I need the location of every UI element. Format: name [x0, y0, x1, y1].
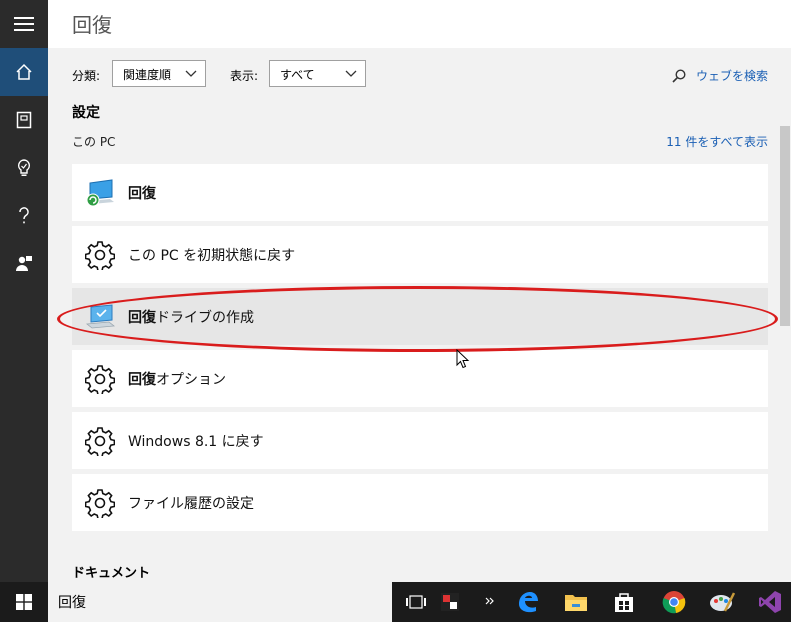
cortana-header: 回復: [48, 0, 791, 48]
folder-icon: [565, 595, 587, 611]
sort-dropdown-value: 関連度順: [123, 68, 172, 82]
paint-palette-icon: [710, 592, 735, 612]
visual-studio-icon: [759, 591, 781, 613]
lightbulb-icon: [17, 159, 31, 176]
chrome-button[interactable]: [654, 586, 694, 618]
gear-icon: [84, 425, 116, 457]
task-view-icon: [406, 595, 426, 609]
search-input[interactable]: [58, 592, 378, 612]
gear-icon: [84, 363, 116, 395]
page-title: 回復: [72, 13, 112, 37]
result-item-reset-pc[interactable]: この PC を初期状態に戻す: [72, 226, 768, 283]
result-text: オプション: [156, 371, 226, 388]
show-dropdown-value: すべて: [280, 68, 315, 82]
notebook-button[interactable]: [0, 96, 48, 144]
feedback-person-icon: [16, 256, 32, 271]
chevron-down-icon: [185, 70, 197, 77]
sort-dropdown[interactable]: 関連度順: [112, 60, 206, 87]
hamburger-icon: [14, 17, 34, 31]
visual-studio-button[interactable]: [750, 586, 790, 618]
show-filter-label: 表示:: [230, 69, 259, 83]
result-bold-text: 回復: [128, 185, 156, 202]
reminders-button[interactable]: [0, 144, 48, 192]
web-search-link[interactable]: ウェブを検索: [672, 67, 768, 84]
question-icon: [19, 207, 29, 224]
settings-heading: 設定: [72, 105, 100, 121]
taskbar: [0, 582, 791, 622]
paint-app-button[interactable]: [702, 586, 742, 618]
result-text: この PC を初期状態に戻す: [128, 247, 296, 264]
file-explorer-button[interactable]: [556, 586, 596, 618]
documents-heading: ドキュメント: [72, 566, 151, 581]
home-button[interactable]: [0, 48, 48, 96]
overflow-chevron-button[interactable]: [470, 586, 510, 618]
double-chevron-icon: [485, 597, 494, 605]
app-on-button[interactable]: [430, 586, 470, 618]
result-item-windows-81[interactable]: Windows 8.1 に戻す: [72, 412, 768, 469]
left-rail: [0, 0, 48, 582]
store-bag-icon: [615, 593, 633, 612]
web-search-label: ウェブを検索: [695, 69, 768, 83]
home-icon: [16, 63, 32, 80]
help-button[interactable]: [0, 192, 48, 240]
search-icon: [672, 68, 686, 83]
result-item-recovery-options[interactable]: 回復オプション: [72, 350, 768, 407]
red-highlight-annotation: [57, 286, 778, 352]
search-results-panel: 分類: 関連度順 表示: すべて ウェブを検索 設定 この PC 11 件をすべ…: [48, 48, 791, 582]
gear-icon: [84, 239, 116, 271]
result-bold-text: 回復: [128, 371, 156, 388]
show-dropdown[interactable]: すべて: [269, 60, 366, 87]
start-button[interactable]: [0, 582, 48, 622]
mouse-cursor-icon: [456, 349, 470, 369]
gear-icon: [84, 487, 116, 519]
result-text: Windows 8.1 に戻す: [128, 433, 264, 450]
chrome-icon: [662, 591, 686, 614]
on-app-icon: [441, 593, 459, 611]
see-all-link[interactable]: 11 件をすべて表示: [666, 133, 768, 150]
windows-logo-icon: [16, 594, 32, 610]
recovery-pc-icon: [84, 177, 116, 209]
taskbar-search-box[interactable]: [48, 582, 392, 622]
edge-icon: [519, 592, 538, 613]
feedback-button[interactable]: [0, 240, 48, 288]
edge-browser-button[interactable]: [508, 586, 548, 618]
result-item-recovery[interactable]: 回復: [72, 164, 768, 221]
sort-filter-label: 分類:: [72, 69, 101, 83]
chevron-down-icon: [345, 70, 357, 77]
scrollbar-thumb[interactable]: [780, 126, 790, 326]
store-button[interactable]: [604, 586, 644, 618]
result-text: ファイル履歴の設定: [128, 495, 254, 512]
result-item-file-history[interactable]: ファイル履歴の設定: [72, 474, 768, 531]
notebook-icon: [16, 111, 32, 129]
hamburger-menu-button[interactable]: [0, 0, 48, 48]
settings-scope: この PC: [72, 135, 116, 149]
